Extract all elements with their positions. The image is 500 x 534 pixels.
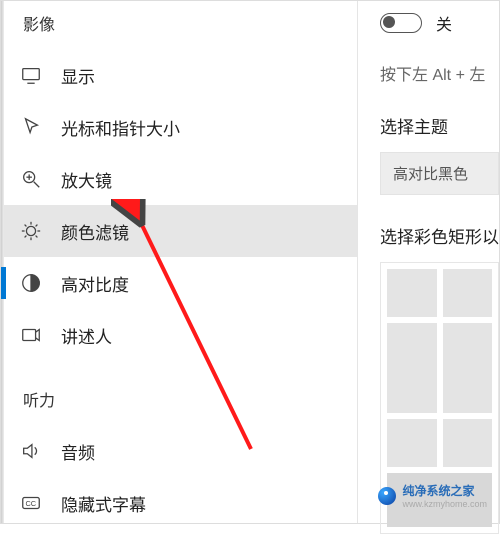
sidebar-item-display[interactable]: 显示 bbox=[19, 49, 357, 101]
watermark-url: www.kzmyhome.com bbox=[402, 499, 487, 509]
section-title-hearing: 听力 bbox=[19, 361, 357, 425]
svg-text:CC: CC bbox=[26, 499, 37, 508]
watermark-logo-icon bbox=[378, 487, 396, 505]
content-pane: 关 按下左 Alt + 左 选择主题 高对比黑色 选择彩色矩形以 bbox=[358, 1, 499, 523]
display-icon bbox=[19, 63, 43, 87]
shortcut-hint: 按下左 Alt + 左 bbox=[380, 61, 499, 85]
captions-icon: CC bbox=[19, 491, 43, 515]
sidebar-item-label: 光标和指针大小 bbox=[61, 115, 180, 140]
watermark: 纯净系统之家 www.kzmyhome.com bbox=[378, 482, 487, 509]
section-title-vision: 影像 bbox=[19, 1, 357, 49]
sidebar-item-label: 讲述人 bbox=[61, 323, 112, 348]
watermark-brand: 纯净系统之家 bbox=[402, 482, 487, 499]
toggle-switch[interactable] bbox=[380, 13, 422, 33]
theme-dropdown-value: 高对比黑色 bbox=[393, 166, 468, 183]
settings-sidebar: 影像 显示 光标和指针大小 放大镜 bbox=[1, 1, 358, 523]
cursor-icon bbox=[19, 115, 43, 139]
sidebar-item-narrator[interactable]: 讲述人 bbox=[19, 309, 357, 361]
scrollbar-left[interactable] bbox=[1, 1, 4, 523]
sidebar-item-label: 高对比度 bbox=[61, 271, 129, 296]
audio-icon bbox=[19, 439, 43, 463]
toggle-state-label: 关 bbox=[436, 11, 452, 35]
contrast-icon bbox=[19, 271, 43, 295]
magnifier-icon bbox=[19, 167, 43, 191]
sidebar-item-label: 放大镜 bbox=[61, 167, 112, 192]
narrator-icon bbox=[19, 323, 43, 347]
sidebar-item-cursor[interactable]: 光标和指针大小 bbox=[19, 101, 357, 153]
shape-title: 选择彩色矩形以 bbox=[380, 223, 499, 248]
sidebar-item-captions[interactable]: CC 隐藏式字幕 bbox=[19, 477, 357, 523]
sidebar-item-label: 隐藏式字幕 bbox=[61, 491, 146, 516]
sidebar-item-label: 显示 bbox=[61, 63, 95, 88]
sidebar-item-high-contrast[interactable]: 高对比度 bbox=[19, 257, 357, 309]
sidebar-item-label: 颜色滤镜 bbox=[61, 219, 129, 244]
sidebar-item-audio[interactable]: 音频 bbox=[19, 425, 357, 477]
sidebar-item-label: 音频 bbox=[61, 439, 95, 464]
sidebar-item-magnifier[interactable]: 放大镜 bbox=[19, 153, 357, 205]
theme-dropdown[interactable]: 高对比黑色 bbox=[380, 152, 499, 195]
theme-title: 选择主题 bbox=[380, 113, 499, 138]
sidebar-item-color-filters[interactable]: 颜色滤镜 bbox=[1, 205, 357, 257]
color-filter-icon bbox=[19, 219, 43, 243]
